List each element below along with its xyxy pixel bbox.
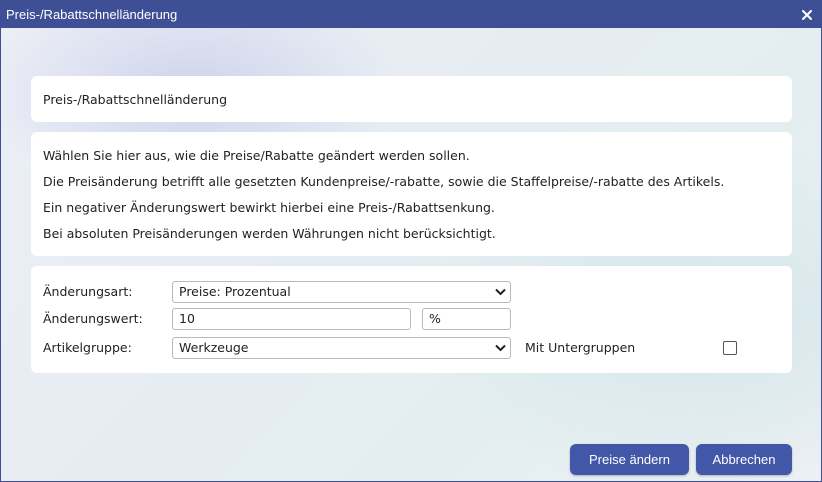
chevron-down-icon <box>494 342 506 354</box>
chevron-down-icon <box>494 286 506 298</box>
subgroups-checkbox[interactable] <box>723 341 737 355</box>
article-group-select[interactable]: Werkzeuge <box>172 337 511 359</box>
apply-prices-button[interactable]: Preise ändern <box>570 444 689 475</box>
change-value-input[interactable]: 10 <box>172 308 411 330</box>
header-title: Preis-/Rabattschnelländerung <box>43 91 228 107</box>
change-unit-text: % <box>429 311 441 326</box>
info-line-3: Ein negativer Änderungswert bewirkt hier… <box>43 200 495 215</box>
window-title: Preis-/Rabattschnelländerung <box>6 7 178 22</box>
change-value-label: Änderungswert: <box>43 311 143 326</box>
form-card: Änderungsart: Preise: Prozentual Änderun… <box>31 266 792 373</box>
info-line-1: Wählen Sie hier aus, wie die Preise/Raba… <box>43 148 470 163</box>
change-unit-field[interactable]: % <box>422 308 511 330</box>
article-group-value: Werkzeuge <box>179 340 249 355</box>
title-bar: Preis-/Rabattschnelländerung <box>1 1 821 28</box>
info-line-2: Die Preisänderung betrifft alle gesetzte… <box>43 174 725 189</box>
price-discount-dialog: Preis-/Rabattschnelländerung Preis-/Raba… <box>0 0 822 482</box>
change-value-text: 10 <box>179 311 195 326</box>
article-group-label: Artikelgruppe: <box>43 340 132 355</box>
info-line-4: Bei absoluten Preisänderungen werden Wäh… <box>43 226 496 241</box>
change-type-label: Änderungsart: <box>43 284 133 299</box>
subgroups-label: Mit Untergruppen <box>525 340 636 355</box>
header-card: Preis-/Rabattschnelländerung <box>31 76 792 122</box>
close-icon <box>802 9 812 20</box>
cancel-button[interactable]: Abbrechen <box>696 444 792 475</box>
info-card: Wählen Sie hier aus, wie die Preise/Raba… <box>31 132 792 256</box>
close-button[interactable] <box>799 7 815 23</box>
change-type-select[interactable]: Preise: Prozentual <box>172 281 511 303</box>
change-type-value: Preise: Prozentual <box>179 284 291 299</box>
